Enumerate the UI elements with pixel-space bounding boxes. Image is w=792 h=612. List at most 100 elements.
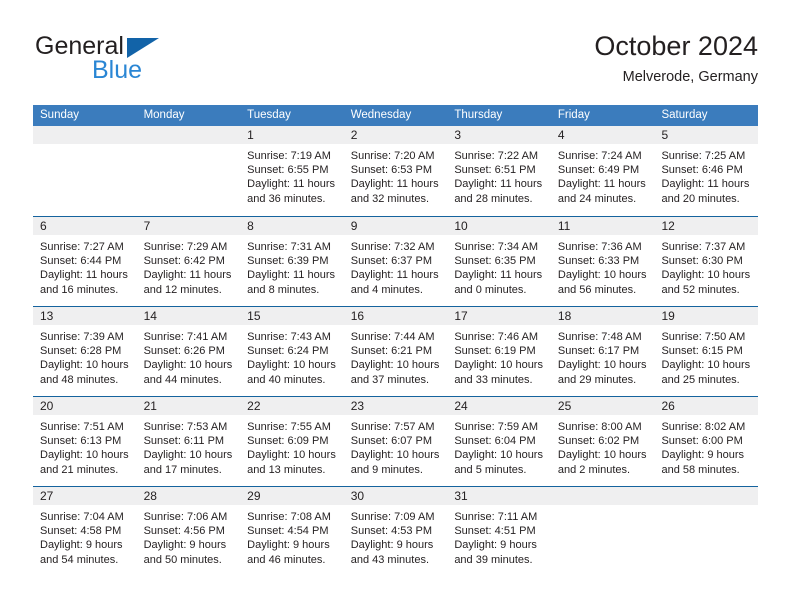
day-number: 31 — [454, 489, 468, 503]
sunrise-text: Sunrise: 7:09 AM — [350, 511, 435, 523]
day-cell[interactable]: 2 Sunrise: 7:20 AM Sunset: 6:53 PM Daylight… — [343, 126, 448, 216]
sunset-text: Sunset: 4:56 PM — [143, 525, 225, 538]
day-cell[interactable]: 7 Sunrise: 7:29 AM Sunset: 6:42 PM Daylight… — [136, 217, 241, 306]
calendar-week-row: 13 Sunrise: 7:39 AM Sunset: 6:28 PM Dayligh… — [33, 306, 759, 396]
daylight-text-line1: Daylight: 11 hours — [661, 178, 750, 191]
day-details: Sunrise: 7:59 AM Sunset: 6:04 PM Daylight:… — [447, 415, 551, 477]
day-cell[interactable]: 26 Sunrise: 8:02 AM Sunset: 6:00 PM Dayligh… — [654, 397, 759, 486]
day-number-band: 6 — [33, 217, 137, 235]
day-cell[interactable]: 17 Sunrise: 7:46 AM Sunset: 6:19 PM Dayligh… — [447, 307, 551, 396]
day-details: Sunrise: 7:27 AM Sunset: 6:44 PM Daylight:… — [33, 235, 137, 297]
triangle-icon — [127, 38, 159, 58]
sunset-text: Sunset: 6:46 PM — [661, 164, 743, 177]
day-number: 11 — [557, 219, 571, 233]
sunrise-text: Sunrise: 7:59 AM — [454, 421, 539, 433]
day-cell[interactable]: 1 Sunrise: 7:19 AM Sunset: 6:55 PM Daylight… — [240, 126, 344, 216]
day-number: 25 — [557, 399, 572, 413]
day-cell[interactable]: 27 Sunrise: 7:04 AM Sunset: 4:58 PM Dayligh… — [33, 487, 137, 576]
day-cell[interactable]: 28 Sunrise: 7:06 AM Sunset: 4:56 PM Dayligh… — [136, 487, 241, 576]
day-cell[interactable]: 19 Sunrise: 7:50 AM Sunset: 6:15 PM Dayligh… — [654, 307, 759, 396]
sunrise-text: Sunrise: 7:37 AM — [661, 241, 746, 253]
day-details: Sunrise: 7:19 AM Sunset: 6:55 PM Daylight:… — [240, 144, 344, 206]
day-number: 4 — [557, 128, 565, 142]
day-number-band: 1 — [240, 126, 344, 144]
day-cell[interactable]: 3 Sunrise: 7:22 AM Sunset: 6:51 PM Daylight… — [447, 126, 551, 216]
day-number-band: 17 — [447, 307, 551, 325]
daylight-text-line1: Daylight: 10 hours — [661, 359, 751, 372]
sunrise-text: Sunrise: 7:53 AM — [143, 421, 228, 433]
day-details — [551, 505, 655, 510]
day-cell[interactable]: 30 Sunrise: 7:09 AM Sunset: 4:53 PM Dayligh… — [343, 487, 448, 576]
sunset-text: Sunset: 6:33 PM — [557, 255, 640, 268]
daylight-text-line1: Daylight: 9 hours — [247, 539, 330, 552]
day-cell[interactable]: 24 Sunrise: 7:59 AM Sunset: 6:04 PM Dayligh… — [447, 397, 551, 486]
day-details: Sunrise: 7:29 AM Sunset: 6:42 PM Daylight:… — [137, 235, 241, 297]
general-blue-logo[interactable]: General Blue — [33, 30, 293, 92]
daylight-text-line2: and 25 minutes. — [661, 373, 740, 386]
day-cell[interactable]: 12 Sunrise: 7:37 AM Sunset: 6:30 PM Dayligh… — [654, 217, 759, 306]
day-cell[interactable]: 21 Sunrise: 7:53 AM Sunset: 6:11 PM Dayligh… — [136, 397, 241, 486]
daylight-text-line2: and 54 minutes. — [40, 553, 119, 566]
day-number: 14 — [143, 309, 157, 323]
day-number-band: 9 — [343, 217, 448, 235]
day-cell[interactable]: 9 Sunrise: 7:32 AM Sunset: 6:37 PM Daylight… — [343, 217, 448, 306]
day-details: Sunrise: 7:51 AM Sunset: 6:13 PM Daylight:… — [33, 415, 137, 477]
day-cell[interactable]: 14 Sunrise: 7:41 AM Sunset: 6:26 PM Dayligh… — [136, 307, 241, 396]
day-cell[interactable]: 8 Sunrise: 7:31 AM Sunset: 6:39 PM Daylight… — [240, 217, 344, 306]
sunrise-text: Sunrise: 7:55 AM — [247, 421, 331, 433]
day-details: Sunrise: 7:08 AM Sunset: 4:54 PM Daylight:… — [240, 505, 344, 567]
day-details: Sunrise: 7:57 AM Sunset: 6:07 PM Daylight:… — [344, 415, 448, 477]
calendar-grid: Sunday Monday Tuesday Wednesday Thursday… — [33, 105, 759, 576]
day-number: 17 — [454, 309, 468, 323]
day-cell-empty — [550, 487, 655, 576]
day-cell[interactable]: 29 Sunrise: 7:08 AM Sunset: 4:54 PM Dayligh… — [240, 487, 344, 576]
day-details: Sunrise: 7:43 AM Sunset: 6:24 PM Daylight:… — [240, 325, 344, 387]
day-number: 21 — [143, 399, 157, 413]
weekday-header-wednesday: Wednesday — [350, 109, 412, 121]
day-cell[interactable]: 15 Sunrise: 7:43 AM Sunset: 6:24 PM Dayligh… — [240, 307, 344, 396]
daylight-text-line2: and 24 minutes. — [557, 192, 637, 205]
title-block: October 2024 Melverode, Germany — [594, 30, 758, 86]
day-details — [654, 505, 758, 510]
day-cell[interactable]: 13 Sunrise: 7:39 AM Sunset: 6:28 PM Dayligh… — [33, 307, 137, 396]
daylight-text-line1: Daylight: 10 hours — [143, 359, 233, 372]
daylight-text-line1: Daylight: 11 hours — [350, 178, 439, 191]
day-cell[interactable]: 22 Sunrise: 7:55 AM Sunset: 6:09 PM Dayligh… — [240, 397, 344, 486]
day-cell[interactable]: 16 Sunrise: 7:44 AM Sunset: 6:21 PM Dayligh… — [343, 307, 448, 396]
weekday-header-tuesday: Tuesday — [247, 109, 291, 121]
day-cell[interactable]: 5 Sunrise: 7:25 AM Sunset: 6:46 PM Daylight… — [654, 126, 759, 216]
sunset-text: Sunset: 6:30 PM — [661, 255, 743, 268]
sunrise-text: Sunrise: 7:50 AM — [661, 331, 746, 343]
day-details: Sunrise: 7:20 AM Sunset: 6:53 PM Daylight:… — [344, 144, 448, 206]
weekday-header-saturday: Saturday — [661, 109, 708, 121]
sunrise-text: Sunrise: 7:19 AM — [247, 150, 331, 162]
day-cell[interactable]: 25 Sunrise: 8:00 AM Sunset: 6:02 PM Dayligh… — [550, 397, 655, 486]
day-cell[interactable]: 6 Sunrise: 7:27 AM Sunset: 6:44 PM Daylight… — [33, 217, 137, 306]
day-number-band: 8 — [240, 217, 344, 235]
sunset-text: Sunset: 6:02 PM — [557, 435, 640, 448]
day-cell[interactable]: 18 Sunrise: 7:48 AM Sunset: 6:17 PM Dayligh… — [550, 307, 655, 396]
day-cell[interactable]: 31 Sunrise: 7:11 AM Sunset: 4:51 PM Dayligh… — [447, 487, 551, 576]
day-cell[interactable]: 23 Sunrise: 7:57 AM Sunset: 6:07 PM Dayligh… — [343, 397, 448, 486]
sunrise-text: Sunrise: 7:41 AM — [143, 331, 228, 343]
daylight-text-line2: and 8 minutes. — [247, 283, 320, 296]
day-number: 18 — [557, 309, 572, 323]
daylight-text-line1: Daylight: 10 hours — [454, 359, 543, 372]
sunset-text: Sunset: 6:53 PM — [350, 164, 433, 177]
sunset-text: Sunset: 6:37 PM — [350, 255, 433, 268]
day-cell[interactable]: 4 Sunrise: 7:24 AM Sunset: 6:49 PM Daylight… — [550, 126, 655, 216]
sunset-text: Sunset: 6:07 PM — [350, 435, 433, 448]
daylight-text-line2: and 21 minutes. — [40, 463, 119, 476]
day-number-band: 16 — [343, 307, 448, 325]
daylight-text-line1: Daylight: 10 hours — [350, 359, 440, 372]
sunset-text: Sunset: 6:39 PM — [247, 255, 329, 268]
day-number-band — [136, 126, 241, 144]
day-cell[interactable]: 10 Sunrise: 7:34 AM Sunset: 6:35 PM Dayligh… — [447, 217, 551, 306]
sunrise-text: Sunrise: 7:36 AM — [557, 241, 642, 253]
day-cell[interactable]: 11 Sunrise: 7:36 AM Sunset: 6:33 PM Dayligh… — [550, 217, 655, 306]
day-cell[interactable]: 20 Sunrise: 7:51 AM Sunset: 6:13 PM Dayligh… — [33, 397, 137, 486]
daylight-text-line1: Daylight: 10 hours — [557, 449, 647, 462]
daylight-text-line2: and 37 minutes. — [350, 373, 430, 386]
sunset-text: Sunset: 6:24 PM — [247, 345, 329, 358]
day-cell-empty — [33, 126, 137, 216]
